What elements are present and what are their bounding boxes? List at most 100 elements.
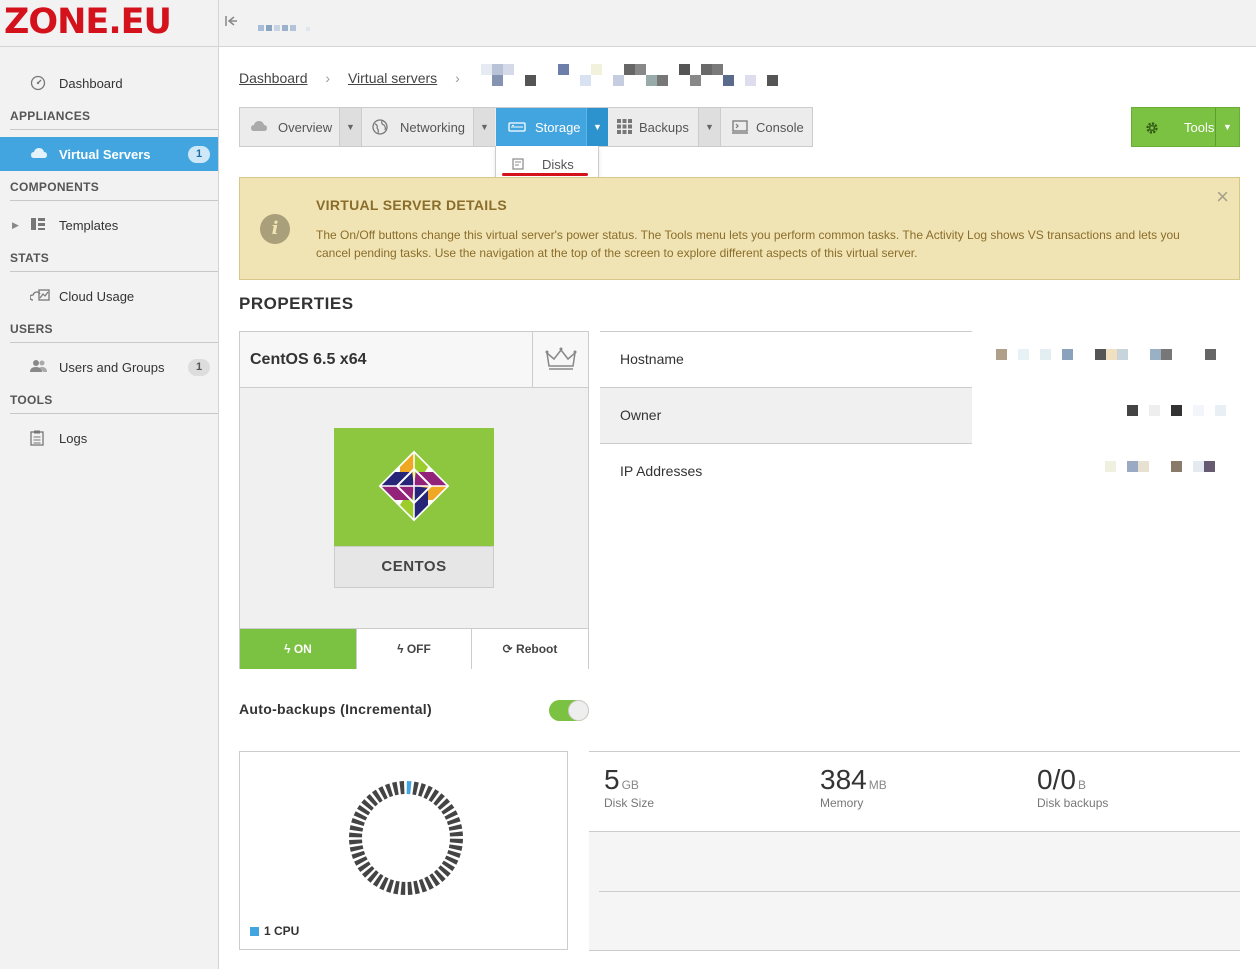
cpu-ring-segment [349, 825, 364, 832]
cpu-ring-segment [400, 881, 406, 895]
sidebar-label: Templates [59, 218, 119, 233]
section-stats: STATS [10, 251, 218, 272]
gear-icon [1144, 120, 1160, 136]
menu-item-disks[interactable]: Disks [542, 157, 574, 172]
cpu-ring-segment [407, 881, 413, 895]
disk-icon [512, 157, 524, 170]
sidebar-item-cloud-usage[interactable]: Cloud Usage [0, 279, 218, 313]
tools-button[interactable]: Tools ▼ [1131, 107, 1240, 147]
sidebar-item-templates[interactable]: ▶ Templates [0, 208, 218, 242]
users-icon [30, 359, 47, 375]
stat-memory: 384 MB Memory [820, 764, 887, 810]
close-icon[interactable]: × [1216, 186, 1229, 208]
storage-icon [508, 121, 526, 135]
property-row-hostname: Hostname [600, 331, 1240, 387]
cloud-icon [30, 146, 47, 162]
property-row-owner: Owner [600, 387, 1240, 443]
tools-dropdown-caret[interactable]: ▼ [1215, 108, 1239, 146]
cpu-ring-segment [449, 838, 463, 844]
vs-card-header: CentOS 6.5 x64 [240, 332, 588, 388]
os-logo-tile: CENTOS [334, 428, 494, 588]
toggle-knob [568, 700, 589, 721]
cpu-ring-segment [406, 781, 412, 795]
section-appliances: APPLIANCES [10, 109, 218, 130]
tab-storage-dropdown[interactable]: ▼ [586, 108, 608, 146]
sidebar-label: Cloud Usage [59, 289, 135, 304]
centos-logo-icon [378, 450, 450, 522]
server-tabs: Overview ▼ Networking ▼ Storage ▼ Backup… [239, 107, 813, 147]
tab-console[interactable]: Console [721, 108, 813, 146]
cpu-ring-segment [349, 832, 363, 838]
tab-backups-dropdown[interactable]: ▼ [698, 108, 720, 146]
topbar-divider [218, 0, 219, 47]
stat-disk-size: 5 GB Disk Size [604, 764, 655, 810]
power-controls: ϟ ON ϟ OFF ⟳ Reboot [240, 628, 588, 669]
os-name: CentOS 6.5 x64 [250, 351, 367, 368]
sidebar-label: Logs [59, 431, 88, 446]
console-icon [732, 120, 748, 134]
cpu-ring-segment [392, 781, 399, 796]
globe-icon [372, 119, 388, 135]
cpu-usage-ring [349, 781, 463, 895]
tab-storage[interactable]: Storage [496, 108, 586, 146]
lightning-icon: ϟ [397, 642, 407, 656]
cpu-ring-segment [448, 844, 463, 851]
cpu-ring-segment [412, 781, 419, 796]
cpu-ring-segment [449, 831, 463, 837]
cpu-usage-card: 1 CPU [239, 751, 568, 950]
backups-grid-icon [617, 119, 633, 134]
sidebar-item-dashboard[interactable]: Dashboard [0, 66, 218, 100]
sidebar: Dashboard APPLIANCES Virtual Servers 1 C… [0, 47, 219, 969]
lightning-icon: ϟ [284, 642, 294, 656]
tab-overview[interactable]: Overview [240, 108, 339, 146]
section-users: USERS [10, 322, 218, 343]
sidebar-item-logs[interactable]: Logs [0, 421, 218, 455]
redacted-user [258, 18, 338, 31]
cpu-ring-segment [393, 880, 400, 895]
cloud-usage-icon [29, 288, 50, 304]
redacted-ip-addresses [1105, 461, 1235, 473]
sidebar-label: Virtual Servers [59, 147, 151, 162]
stats-row: 5 GB Disk Size 384 MB Memory 0/0 B Disk bac… [589, 752, 1240, 832]
tab-networking-dropdown[interactable]: ▼ [473, 108, 495, 146]
collapse-sidebar-icon[interactable] [224, 14, 240, 32]
sidebar-item-virtual-servers[interactable]: Virtual Servers 1 [0, 137, 218, 171]
redacted-owner [1127, 405, 1237, 417]
section-title-properties: PROPERTIES [239, 294, 354, 313]
autobackups-label: Auto-backups (Incremental) [239, 701, 432, 717]
cpu-ring-segment [413, 880, 420, 895]
logs-icon [30, 430, 46, 446]
tab-overview-dropdown[interactable]: ▼ [339, 108, 361, 146]
cloud-icon [250, 120, 267, 134]
tab-backups[interactable]: Backups [609, 108, 698, 146]
expand-arrow-icon[interactable]: ▶ [12, 220, 19, 231]
dashboard-icon [30, 75, 46, 91]
vs-summary-card: CentOS 6.5 x64 CENTOS ϟ ON ϟ OFF ⟳ Reboo… [239, 331, 589, 669]
power-off-button[interactable]: ϟ OFF [356, 629, 471, 669]
cpu-ring-segment [349, 839, 363, 845]
info-title: VIRTUAL SERVER DETAILS [316, 197, 507, 213]
redacted-server-name [481, 64, 781, 86]
sidebar-label: Users and Groups [59, 360, 165, 375]
breadcrumb-virtual-servers[interactable]: Virtual servers [348, 70, 437, 86]
resource-stats: 5 GB Disk Size 384 MB Memory 0/0 B Disk bac… [589, 751, 1240, 951]
highlight-underline [502, 173, 588, 176]
os-label: CENTOS [334, 546, 494, 588]
count-badge: 1 [188, 359, 210, 376]
cpu-ring-segment [448, 824, 463, 831]
crown-icon[interactable] [532, 332, 588, 387]
redacted-hostname [996, 349, 1236, 361]
breadcrumb-dashboard[interactable]: Dashboard [239, 70, 308, 86]
chevron-right-icon: › [325, 70, 331, 86]
zone-logo[interactable]: ZONE.EU [4, 2, 172, 42]
tab-networking[interactable]: Networking [362, 108, 473, 146]
power-on-button[interactable]: ϟ ON [240, 629, 356, 669]
sidebar-item-users-and-groups[interactable]: Users and Groups 1 [0, 350, 218, 384]
cpu-ring-segment [399, 781, 405, 795]
cpu-legend: 1 CPU [250, 924, 299, 938]
sidebar-label: Dashboard [59, 76, 123, 91]
reboot-button[interactable]: ⟳ Reboot [471, 629, 588, 669]
autobackups-toggle[interactable] [549, 700, 589, 721]
refresh-icon: ⟳ [502, 642, 517, 656]
property-row-ip-addresses: IP Addresses [600, 443, 1240, 499]
